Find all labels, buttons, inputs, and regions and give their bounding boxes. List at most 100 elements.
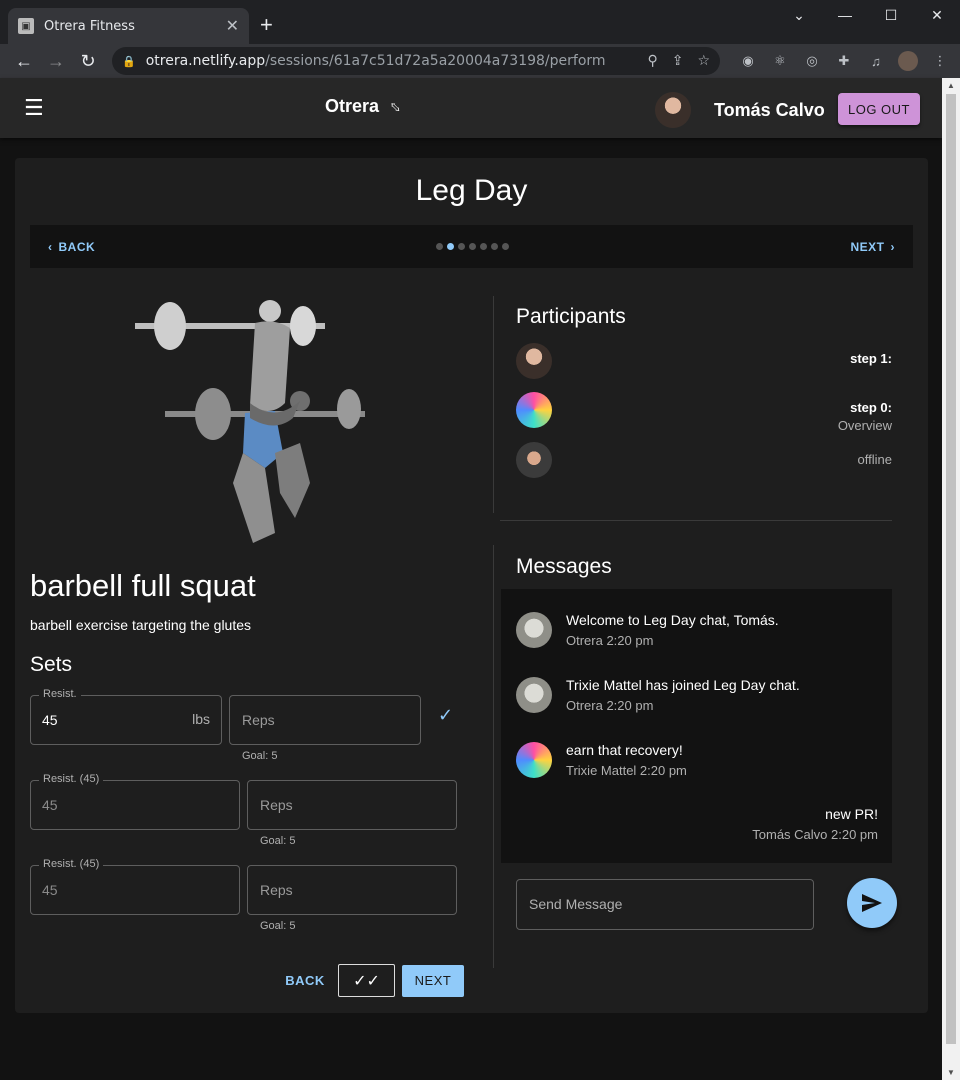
step-dot[interactable] (436, 243, 443, 250)
share-icon[interactable]: ⇪ (672, 53, 684, 69)
resistance-value: 45 (42, 712, 58, 728)
step-dots (436, 243, 509, 250)
participant-item: step 0: Overview (516, 392, 892, 433)
extensions-puzzle-icon[interactable]: ✚ (834, 51, 854, 71)
chevron-right-icon: › (890, 239, 895, 254)
extensions-bar: ◉ ⚛ ◎ ✚ ♫ ⋮ (738, 51, 950, 71)
back-arrow-icon[interactable]: ← (8, 51, 40, 72)
user-info: Tomás Calvo (655, 92, 825, 128)
message-list[interactable]: Welcome to Leg Day chat, Tomás. Otrera 2… (501, 589, 892, 863)
reps-field[interactable]: Reps (247, 865, 457, 915)
stepper-next-button[interactable]: NEXT › (850, 240, 895, 254)
message-meta: Otrera 2:20 pm (566, 698, 654, 713)
unit-label: lbs (192, 711, 210, 727)
step-dot-active[interactable] (447, 243, 454, 250)
app-root: ☰ Otrera ⇔ Tomás Calvo LOG OUT Leg Day ‹… (0, 78, 942, 1080)
dumbbell-icon: ⇔ (382, 92, 410, 120)
send-button[interactable] (847, 878, 897, 928)
next-button[interactable]: NEXT (402, 964, 464, 997)
participant-avatar (516, 343, 552, 379)
step-dot[interactable] (502, 243, 509, 250)
extension-owl-icon[interactable]: ◉ (738, 51, 758, 71)
participant-item: step 1: (516, 343, 892, 379)
page-scrollbar[interactable]: ▲ ▼ (942, 78, 960, 1080)
message-avatar (516, 612, 552, 648)
step-dot[interactable] (458, 243, 465, 250)
window-controls: ⌄ — ☐ ✕ (776, 0, 960, 30)
brand[interactable]: Otrera ⇔ (325, 93, 410, 120)
reps-field[interactable]: Reps (229, 695, 421, 745)
forward-arrow-icon[interactable]: → (40, 51, 72, 72)
complete-all-button[interactable]: ✓✓ (338, 964, 395, 997)
maximize-icon[interactable]: ☐ (868, 0, 914, 30)
bookmark-star-icon[interactable]: ☆ (697, 53, 710, 69)
favicon-icon: ▣ (18, 18, 34, 34)
messages-heading: Messages (516, 555, 612, 578)
reload-icon[interactable]: ↻ (72, 51, 104, 72)
session-title: Leg Day (415, 174, 528, 207)
send-icon (862, 894, 882, 912)
exercise-actions: BACK ✓✓ NEXT (277, 964, 464, 997)
participant-step-name: Overview (837, 418, 892, 433)
app-bar: ☰ Otrera ⇔ Tomás Calvo LOG OUT (0, 78, 942, 138)
scroll-down-icon[interactable]: ▼ (942, 1068, 960, 1077)
session-card: Leg Day ‹ BACK NEXT › barbell full squat… (15, 158, 928, 1013)
stepper-back-label: BACK (58, 239, 96, 254)
menu-icon[interactable]: ☰ (24, 95, 44, 121)
resistance-label: Resist. (45) (39, 858, 104, 870)
scroll-up-icon[interactable]: ▲ (942, 81, 960, 90)
chevron-left-icon: ‹ (48, 239, 53, 254)
close-window-icon[interactable]: ✕ (914, 0, 960, 30)
browser-tab[interactable]: ▣ Otrera Fitness ✕ (8, 8, 249, 44)
reps-placeholder: Reps (260, 882, 293, 898)
resistance-field[interactable]: Resist. (45) 45 (30, 858, 240, 915)
participant-item: offline (516, 442, 892, 478)
participant-step: step 0: (850, 400, 892, 415)
media-control-icon[interactable]: ♫ (866, 51, 886, 71)
tab-close-icon[interactable]: ✕ (226, 16, 239, 36)
check-icon[interactable]: ✓ (438, 705, 453, 726)
message-meta: Otrera 2:20 pm (566, 633, 654, 648)
address-bar[interactable]: 🔒 otrera.netlify.app/sessions/61a7c51d72… (112, 47, 720, 75)
resistance-field[interactable]: Resist. 45 lbs (30, 688, 222, 745)
resistance-value: 45 (42, 882, 58, 898)
resistance-value: 45 (42, 797, 58, 813)
goal-text: Goal: 5 (260, 835, 296, 847)
extension-target-icon[interactable]: ◎ (802, 51, 822, 71)
browser-menu-icon[interactable]: ⋮ (930, 51, 950, 71)
step-dot[interactable] (491, 243, 498, 250)
divider (493, 296, 494, 513)
tab-search-icon[interactable]: ⌄ (776, 0, 822, 30)
logout-button[interactable]: LOG OUT (838, 93, 920, 125)
resistance-field[interactable]: Resist. (45) 45 (30, 773, 240, 830)
exercise-name: barbell full squat (30, 568, 256, 603)
react-devtools-icon[interactable]: ⚛ (770, 51, 790, 71)
send-message-input[interactable]: Send Message (516, 879, 814, 930)
participants-heading: Participants (516, 305, 626, 328)
step-dot[interactable] (480, 243, 487, 250)
browser-tabstrip: ▣ Otrera Fitness ✕ + ⌄ — ☐ ✕ (0, 0, 960, 44)
scrollbar-thumb[interactable] (946, 94, 956, 1044)
participant-avatar (516, 442, 552, 478)
exercise-description: barbell exercise targeting the glutes (30, 617, 252, 633)
zoom-icon[interactable]: ⚲ (647, 53, 657, 69)
new-tab-button[interactable]: + (260, 14, 273, 36)
message-meta: Trixie Mattel 2:20 pm (566, 763, 687, 778)
url-path: /sessions/61a7c51d72a5a20004a73198/perfo… (265, 53, 606, 69)
step-dot[interactable] (469, 243, 476, 250)
divider (500, 520, 892, 521)
step-navigator: ‹ BACK NEXT › (30, 225, 913, 268)
browser-toolbar: ← → ↻ 🔒 otrera.netlify.app/sessions/61a7… (0, 44, 960, 78)
minimize-icon[interactable]: — (822, 0, 868, 30)
goal-text: Goal: 5 (260, 920, 296, 932)
send-message-placeholder: Send Message (529, 896, 623, 912)
sets-heading: Sets (30, 653, 73, 676)
resistance-label: Resist. (45) (39, 773, 104, 785)
stepper-back-button[interactable]: ‹ BACK (48, 240, 95, 254)
message-avatar (516, 742, 552, 778)
reps-field[interactable]: Reps (247, 780, 457, 830)
participant-status: offline (857, 452, 892, 467)
profile-avatar-icon[interactable] (898, 51, 918, 71)
back-button[interactable]: BACK (277, 973, 333, 988)
double-check-icon: ✓✓ (353, 972, 380, 990)
